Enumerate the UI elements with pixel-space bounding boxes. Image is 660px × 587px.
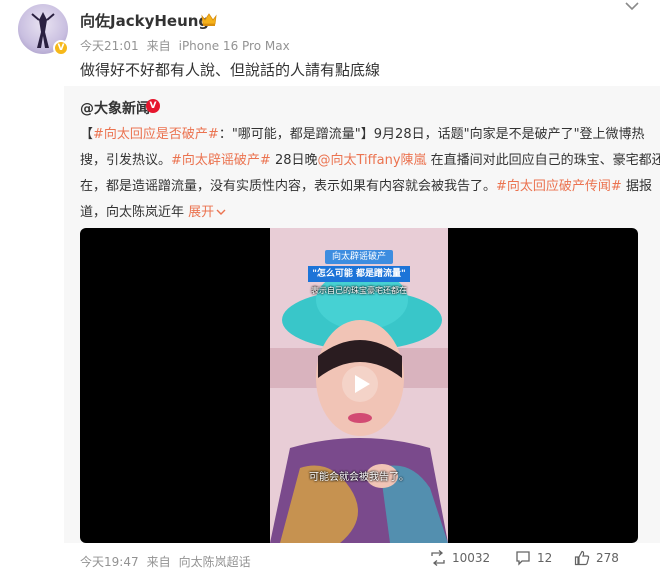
verified-badge-icon: V bbox=[146, 99, 160, 113]
text-segment: 在，都是造谣蹭流量，没有实质性内容，表示如果有内容就会被我告了。 bbox=[80, 179, 497, 194]
video-player[interactable]: 向太辟谣破产 "怎么可能 都是蹭流量" 表示自己的珠宝豪宅还都在 可能会就会被我… bbox=[80, 228, 638, 543]
repost-source-prefix: 来自 bbox=[146, 555, 171, 569]
like-count: 278 bbox=[596, 551, 619, 565]
post-time[interactable]: 今天21:01 bbox=[80, 39, 139, 53]
play-button[interactable] bbox=[342, 366, 378, 402]
text-segment: 道，向太陈岚近年 bbox=[80, 205, 189, 220]
source-prefix: 来自 bbox=[146, 39, 171, 53]
repost-source[interactable]: 向太陈岚超话 bbox=[179, 555, 251, 569]
comment-icon bbox=[516, 551, 530, 566]
crown-icon[interactable] bbox=[200, 11, 218, 27]
expand-label: 展开 bbox=[188, 205, 215, 220]
original-text: 【#向太回应是否破产#："哪可能，都是蹭流量"】9月28日，话题"向家是不是破产… bbox=[80, 122, 660, 226]
repost-icon bbox=[431, 550, 445, 566]
video-subtitle: 可能会就会被我告了。 bbox=[309, 472, 409, 483]
video-caption-sub: 表示自己的珠宝豪宅还都在 bbox=[311, 286, 407, 295]
video-caption-title: "怎么可能 都是蹭流量" bbox=[308, 266, 410, 282]
like-icon bbox=[574, 550, 590, 566]
topic-tag-link[interactable]: #向太回应是否破产# bbox=[93, 127, 219, 142]
comment-count: 12 bbox=[537, 551, 553, 565]
video-caption-tag: 向太辟谣破产 bbox=[325, 250, 393, 264]
chevron-down-icon bbox=[216, 209, 226, 215]
play-icon bbox=[355, 375, 370, 393]
text-segment: 在直播间对此回应自己的珠宝、豪宅都还 bbox=[426, 153, 660, 168]
comment-button[interactable]: 12 bbox=[515, 550, 552, 570]
text-segment: 据报 bbox=[621, 179, 652, 194]
repost-count: 10032 bbox=[452, 551, 491, 565]
weibo-post-card: V 向佐JackyHeung 今天21:01 来自 iPhone 16 Pro Ma… bbox=[0, 0, 660, 587]
text-segment: ："哪可能，都是蹭流量"】9月28日，话题"向家是不是破产了"登上微博热 bbox=[218, 127, 645, 142]
like-button[interactable]: 278 bbox=[574, 550, 619, 570]
repost-button[interactable]: 10032 bbox=[430, 550, 490, 570]
repost-time[interactable]: 今天19:47 bbox=[80, 555, 139, 569]
topic-tag-link[interactable]: #向太回应破产传闻# bbox=[496, 179, 622, 194]
repost-meta: 今天19:47 来自 向太陈岚超话 bbox=[80, 553, 259, 570]
text-segment: 28日晚 bbox=[270, 153, 318, 168]
mention-link[interactable]: @向太Tiffany陳嵐 bbox=[318, 153, 427, 168]
text-segment: 搜，引发热议。 bbox=[80, 153, 172, 168]
expand-link[interactable]: 展开 bbox=[188, 205, 226, 220]
text-segment: 【 bbox=[80, 127, 94, 142]
original-text-line: 在，都是造谣蹭流量，没有实质性内容，表示如果有内容就会被我告了。#向太回应破产传… bbox=[80, 174, 652, 200]
username[interactable]: 向佐JackyHeung bbox=[80, 10, 209, 31]
original-text-line: 搜，引发热议。#向太辟谣破产# 28日晚@向太Tiffany陳嵐 在直播间对此回… bbox=[80, 148, 660, 174]
chevron-down-icon[interactable] bbox=[624, 0, 640, 12]
repost-block[interactable]: @大象新闻 V 【#向太回应是否破产#："哪可能，都是蹭流量"】9月28日，话题… bbox=[64, 86, 660, 543]
post-text: 做得好不好都有人說、但說話的人請有點底線 bbox=[80, 61, 381, 79]
original-text-line: 【#向太回应是否破产#："哪可能，都是蹭流量"】9月28日，话题"向家是不是破产… bbox=[80, 122, 650, 148]
post-source: iPhone 16 Pro Max bbox=[178, 39, 290, 53]
topic-tag-link[interactable]: #向太辟谣破产# bbox=[171, 153, 271, 168]
post-meta: 今天21:01 来自 iPhone 16 Pro Max bbox=[80, 37, 298, 54]
verified-badge-icon: V bbox=[53, 40, 69, 56]
original-text-line: 道，向太陈岚近年 展开 bbox=[80, 200, 650, 226]
original-username[interactable]: @大象新闻 bbox=[80, 98, 150, 118]
